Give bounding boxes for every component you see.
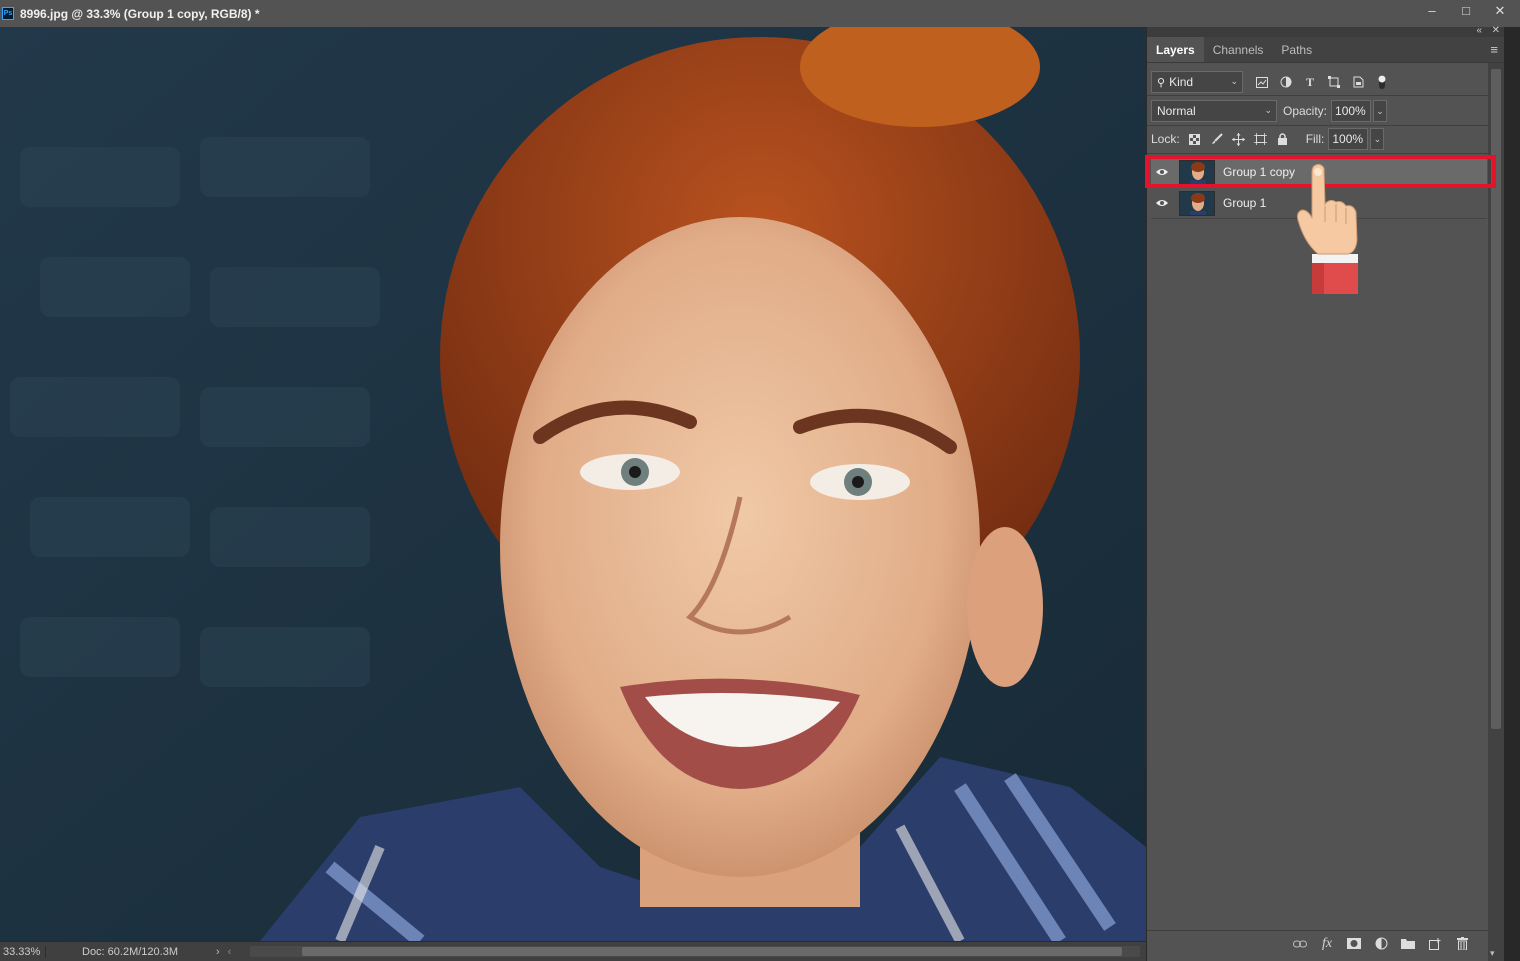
filter-icons: T (1255, 75, 1389, 89)
layer-row-group-1-copy[interactable]: Group 1 copy (1151, 157, 1487, 188)
tab-channels[interactable]: Channels (1204, 37, 1273, 62)
layer-thumbnail (1179, 159, 1215, 185)
lock-label: Lock: (1151, 132, 1180, 146)
document-title: 8996.jpg @ 33.3% (Group 1 copy, RGB/8) * (20, 6, 260, 21)
opacity-dropdown-button[interactable]: ⌄ (1373, 100, 1388, 122)
blend-row: Normal ⌄ Opacity: 100% ⌄ (1151, 100, 1388, 122)
layer-name[interactable]: Group 1 (1223, 196, 1266, 210)
fill-input[interactable]: 100% (1328, 128, 1369, 150)
photoshop-logo-icon: Ps (2, 7, 14, 20)
kind-filter-label: Kind (1169, 75, 1194, 89)
kind-filter-dropdown[interactable]: ⚲ Kind ⌄ (1151, 71, 1243, 93)
adjustment-filter-icon[interactable] (1279, 75, 1293, 89)
layers-panel: « ✕ Layers Channels Paths ≡ ⚲ Kind ⌄ T N… (1146, 25, 1504, 961)
document-size-info: Doc: 60.2M/120.3M (82, 945, 178, 958)
tab-layers[interactable]: Layers (1147, 37, 1204, 62)
lock-all-icon[interactable] (1276, 132, 1290, 146)
chevron-down-icon: ⌄ (1264, 105, 1272, 115)
filter-row: ⚲ Kind ⌄ T (1151, 71, 1389, 93)
zoom-level-field[interactable]: 33.33% (0, 945, 46, 958)
panel-menu-icon[interactable]: ≡ (1490, 42, 1498, 57)
horizontal-scroll-thumb[interactable] (302, 947, 1122, 956)
close-panel-icon[interactable]: ✕ (1492, 25, 1500, 36)
filter-toggle-icon[interactable] (1375, 75, 1389, 89)
panel-header-strip: « ✕ (1147, 25, 1504, 37)
divider (1147, 153, 1489, 154)
new-layer-icon[interactable] (1428, 937, 1442, 951)
scroll-left-arrow-icon[interactable]: ‹ (228, 946, 232, 958)
horizontal-scrollbar[interactable] (250, 946, 1140, 957)
divider (1147, 95, 1489, 96)
fill-dropdown-button[interactable]: ⌄ (1370, 128, 1385, 150)
chevron-down-icon: ⌄ (1230, 76, 1238, 86)
document-canvas[interactable] (0, 27, 1146, 941)
fx-icon[interactable]: fx (1320, 936, 1334, 951)
fill-label: Fill: (1305, 132, 1325, 146)
lock-image-pixels-icon[interactable] (1210, 132, 1224, 146)
layer-row-group-1[interactable]: Group 1 (1151, 188, 1487, 219)
mask-icon[interactable] (1347, 937, 1361, 951)
group-folder-icon[interactable] (1401, 937, 1415, 951)
collapse-panel-icon[interactable]: « (1476, 25, 1482, 36)
lock-row: Lock: Fill: 100% ⌄ (1151, 128, 1385, 150)
minimize-button[interactable]: – (1424, 3, 1440, 19)
lock-artboard-icon[interactable] (1254, 132, 1268, 146)
close-button[interactable]: ✕ (1492, 3, 1508, 19)
panel-tabs: Layers Channels Paths ≡ (1147, 37, 1504, 63)
layer-name[interactable]: Group 1 copy (1223, 165, 1295, 179)
panel-vertical-scrollbar[interactable]: ▾ (1488, 63, 1504, 961)
window-controls: – □ ✕ (1424, 3, 1508, 19)
blend-mode-dropdown[interactable]: Normal ⌄ (1151, 100, 1277, 122)
visibility-eye-icon[interactable] (1151, 196, 1173, 210)
trash-icon[interactable] (1455, 937, 1469, 951)
title-bar: Ps 8996.jpg @ 33.3% (Group 1 copy, RGB/8… (0, 0, 1520, 27)
vertical-scroll-thumb[interactable] (1491, 69, 1501, 729)
scroll-down-arrow-icon[interactable]: ▾ (1490, 948, 1495, 959)
type-filter-icon[interactable]: T (1303, 75, 1317, 89)
layers-panel-footer: fx (1147, 930, 1489, 956)
visibility-eye-icon[interactable] (1151, 165, 1173, 179)
layer-thumbnail (1179, 190, 1215, 216)
link-icon[interactable] (1293, 937, 1307, 951)
blend-mode-value: Normal (1157, 104, 1196, 118)
smart-object-filter-icon[interactable] (1351, 75, 1365, 89)
image-filter-icon[interactable] (1255, 75, 1269, 89)
lock-position-icon[interactable] (1232, 132, 1246, 146)
divider (1147, 125, 1489, 126)
portrait-photo (0, 27, 1146, 941)
status-menu-arrow-icon[interactable]: › (216, 946, 220, 958)
adjustment-layer-icon[interactable] (1374, 937, 1388, 951)
lock-transparent-pixels-icon[interactable] (1188, 132, 1202, 146)
search-icon: ⚲ (1157, 76, 1166, 89)
tab-paths[interactable]: Paths (1272, 37, 1321, 62)
opacity-label: Opacity: (1283, 104, 1328, 118)
status-bar: 33.33% Doc: 60.2M/120.3M › ‹ (0, 941, 1146, 961)
shape-filter-icon[interactable] (1327, 75, 1341, 89)
maximize-button[interactable]: □ (1458, 3, 1474, 19)
opacity-input[interactable]: 100% (1331, 100, 1372, 122)
